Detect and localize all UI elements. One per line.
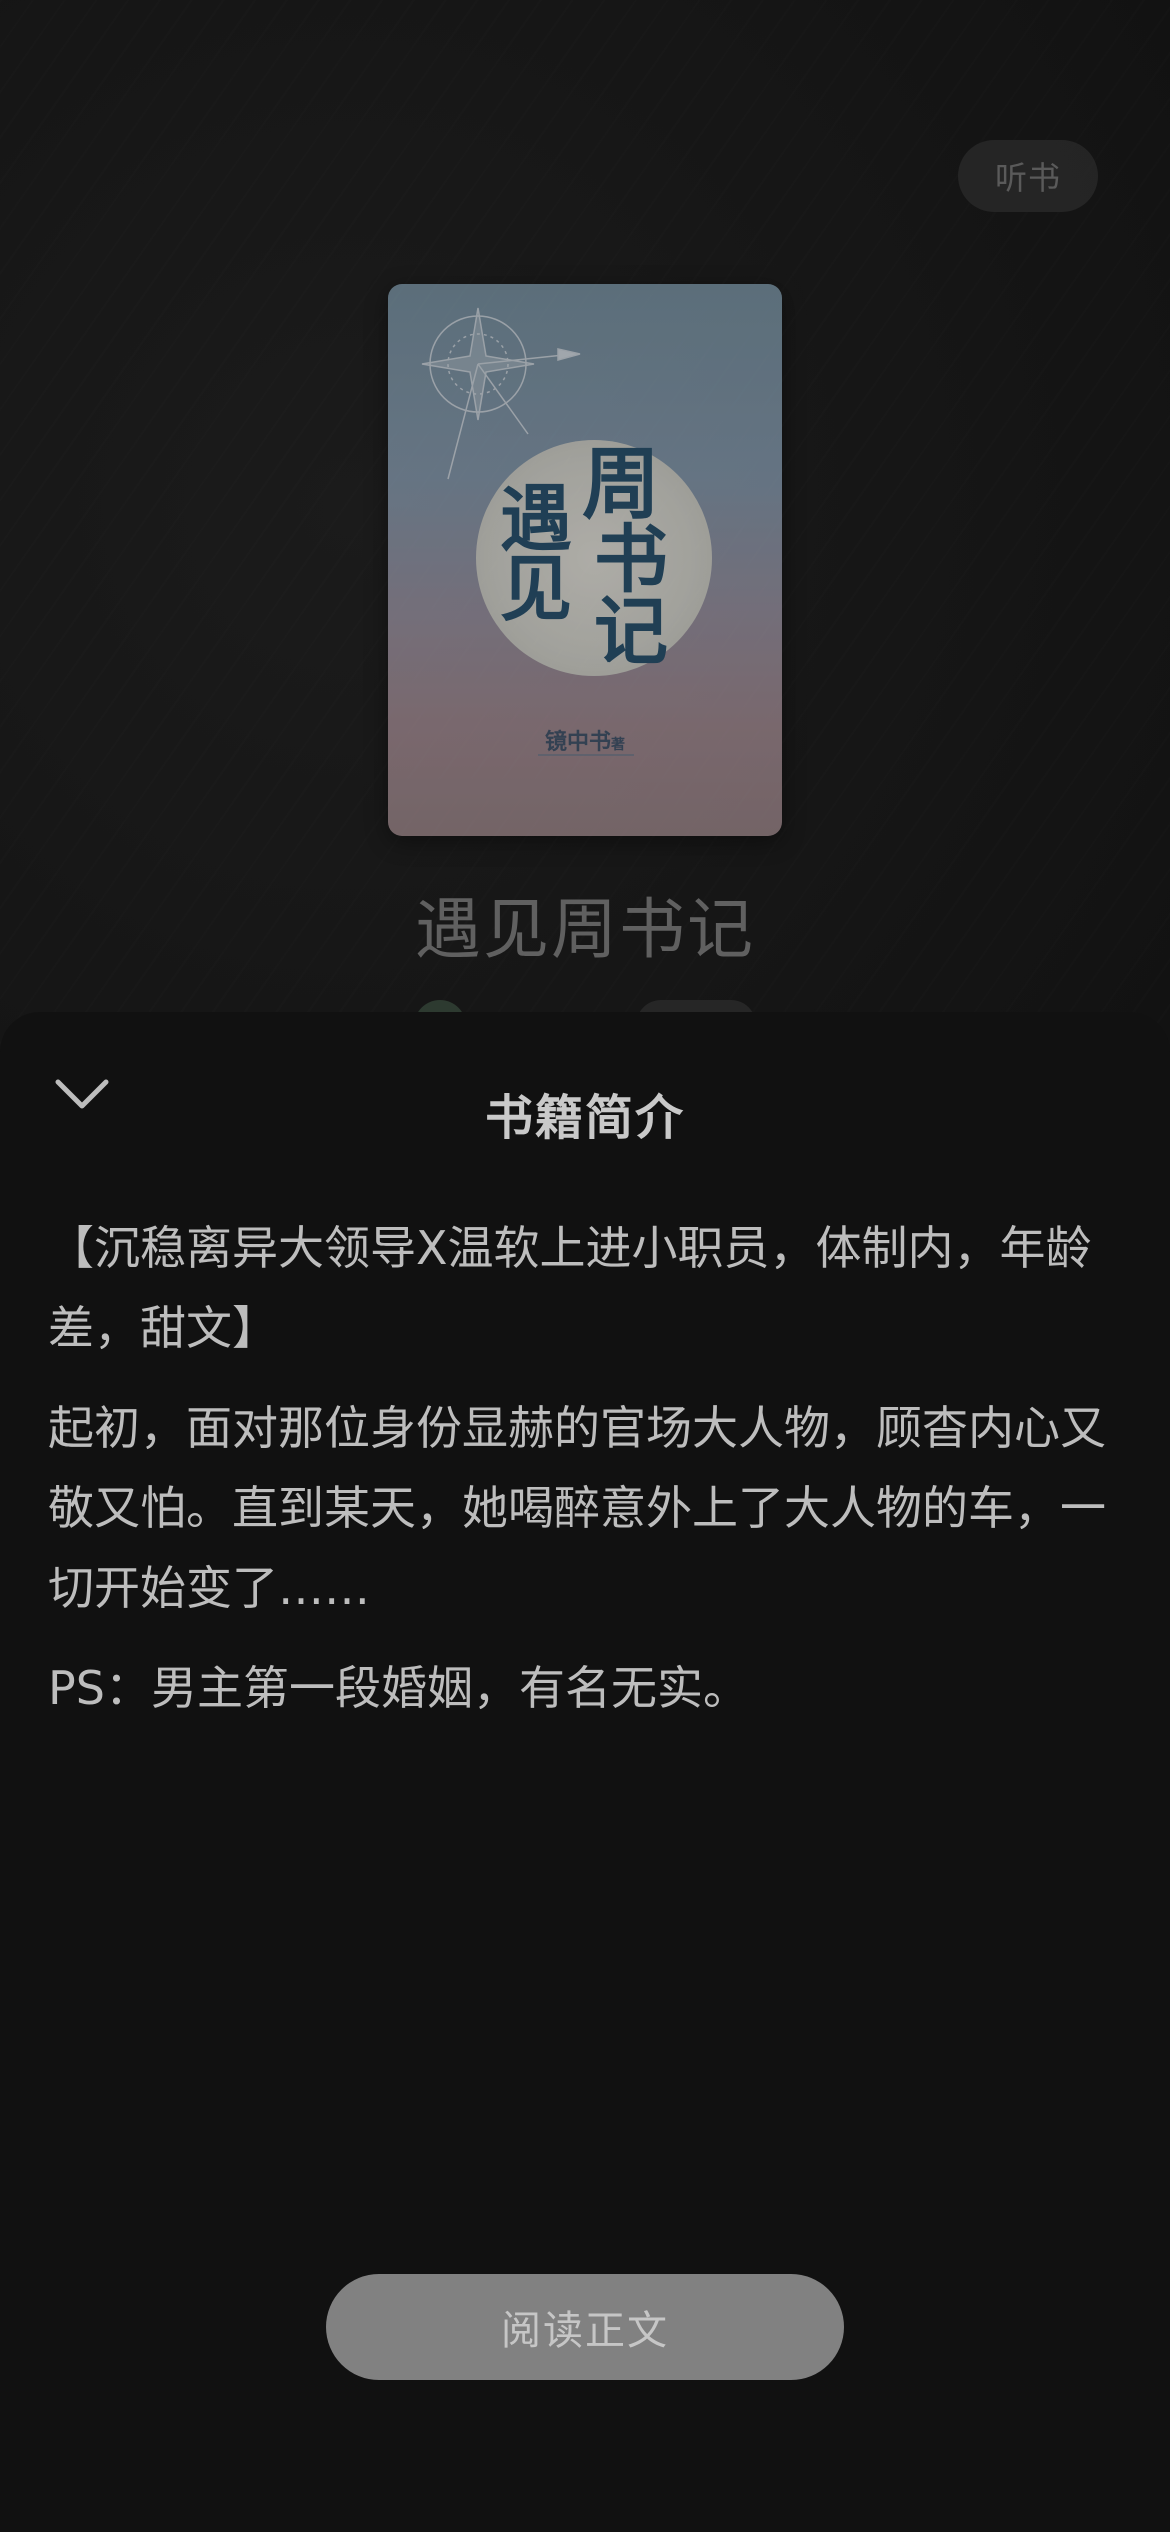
- synopsis-paragraph: PS：男主第一段婚姻，有名无实。: [48, 1661, 749, 1715]
- book-intro-sheet: 书籍简介 【沉稳离异大领导X温软上进小职员，体制内，年龄差，甜文】 起初，面对那…: [0, 1012, 1170, 2532]
- sheet-title: 书籍简介: [484, 1090, 685, 1146]
- synopsis-paragraph: 【沉稳离异大领导X温软上进小职员，体制内，年龄差，甜文】: [48, 1221, 1092, 1355]
- cover-title-art: 遇 见 周 书 记: [500, 422, 700, 675]
- cover-author-name: 镜中书: [544, 729, 611, 755]
- book-detail-screen: 听书 遇 见 周 书 记 镜中书著 遇见周书记 书籍简介 【沉稳离异大领导X温软…: [0, 0, 1170, 2532]
- book-cover[interactable]: 遇 见 周 书 记 镜中书著: [388, 284, 782, 836]
- cover-title-char: 见: [500, 546, 573, 631]
- read-button[interactable]: 阅读正文: [326, 2274, 844, 2380]
- cover-title-char: 记: [594, 589, 668, 675]
- synopsis-paragraph: 起初，面对那位身份显赫的官场大人物，顾杳内心又敬又怕。直到某天，她喝醉意外上了大…: [48, 1401, 1106, 1615]
- cover-divider: [538, 754, 634, 756]
- cover-author: 镜中书著: [388, 724, 782, 756]
- book-synopsis: 【沉稳离异大领导X温软上进小职员，体制内，年龄差，甜文】 起初，面对那位身份显赫…: [48, 1208, 1118, 1748]
- book-title: 遇见周书记: [415, 891, 755, 968]
- listen-button[interactable]: 听书: [958, 140, 1098, 212]
- cover-author-suffix: 著: [611, 737, 625, 753]
